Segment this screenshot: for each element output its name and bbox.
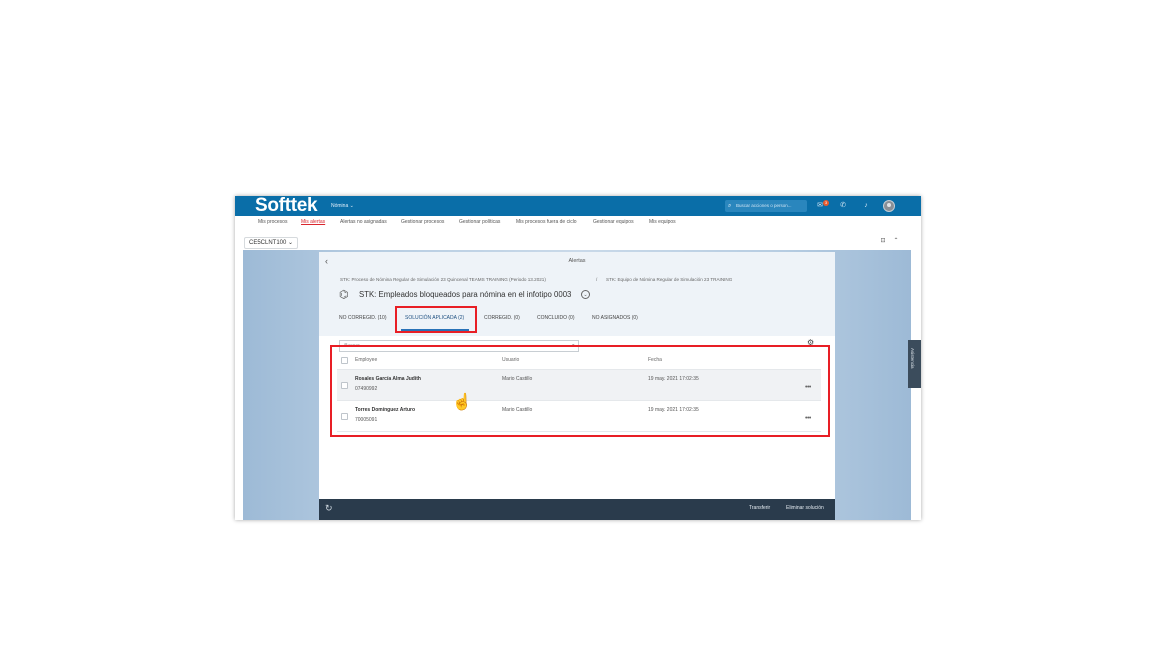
chat-icon[interactable]: ✆ (838, 201, 848, 211)
expand-icon[interactable]: ⊡ (879, 237, 887, 245)
chevron-up-icon[interactable]: ⌃ (892, 237, 900, 245)
delete-solution-button[interactable]: Eliminar solución (786, 505, 824, 511)
app-switcher[interactable]: Nómina ⌄ (331, 196, 354, 216)
assistance-label: Asistencia (910, 348, 915, 369)
refresh-icon[interactable]: ↻ (325, 503, 333, 514)
tab-no-asignados[interactable]: NO ASIGNADOS (0) (592, 315, 638, 321)
highlight-box-table (330, 345, 830, 437)
global-search-placeholder: Buscar acciones o person... (736, 203, 792, 208)
transfer-button[interactable]: Transferir (749, 505, 770, 511)
chevron-down-icon[interactable]: ⌄ (581, 290, 590, 299)
nav-item-mis-equipos[interactable]: Mis equipos (649, 216, 676, 228)
footer-toolbar: ↻ Transferir Eliminar solución (319, 499, 835, 520)
breadcrumb-separator: / (596, 277, 598, 282)
global-search-input[interactable]: ⌕ Buscar acciones o person... (725, 200, 807, 212)
nav-item-fuera-de-ciclo[interactable]: Mis procesos fuera de ciclo (516, 216, 577, 228)
alert-search-icon: ⌬ (339, 289, 349, 301)
client-bar: CE5CLNT100 ⌄ ⊡ ⌃ (235, 228, 921, 250)
top-navigation: Mis procesos Mis alertas Alertas no asig… (235, 216, 921, 228)
nav-item-mis-procesos[interactable]: Mis procesos (258, 216, 287, 228)
app-window: Softtek Nómina ⌄ ⌕ Buscar acciones o per… (235, 196, 921, 520)
panel-title: Alertas (568, 258, 586, 264)
client-selector[interactable]: CE5CLNT100 ⌄ (244, 237, 299, 249)
softtek-logo[interactable]: Softtek (255, 196, 318, 216)
bell-icon[interactable]: ♪ (861, 201, 871, 211)
object-title: STK: Empleados bloqueados para nómina en… (359, 290, 572, 299)
nav-item-alertas-no-asignadas[interactable]: Alertas no asignadas (340, 216, 387, 228)
assistance-side-tab[interactable]: Asistencia (908, 340, 921, 388)
user-avatar[interactable] (883, 200, 895, 212)
tab-corregid[interactable]: CORREGID. (0) (484, 315, 520, 321)
notification-badge: 3 (823, 200, 829, 206)
highlight-box-tab (395, 306, 477, 333)
breadcrumb-team[interactable]: STK: Equipo de Nómina Regular de Simulac… (606, 277, 732, 282)
shell-bar: Softtek Nómina ⌄ ⌕ Buscar acciones o per… (235, 196, 921, 216)
nav-item-gestionar-equipos[interactable]: Gestionar equipos (593, 216, 634, 228)
nav-item-gestionar-procesos[interactable]: Gestionar procesos (401, 216, 444, 228)
nav-item-mis-alertas[interactable]: Mis alertas (301, 216, 325, 228)
alerts-panel: ‹ Alertas STK: Proceso de Nómina Regular… (319, 252, 835, 520)
tab-no-corregid[interactable]: NO CORREGID. (10) (339, 315, 387, 321)
breadcrumb-process[interactable]: STK: Proceso de Nómina Regular de Simula… (340, 277, 546, 282)
nav-item-gestionar-politicas[interactable]: Gestionar políticas (459, 216, 500, 228)
hand-cursor-icon: ☝ (452, 394, 472, 411)
tab-concluido[interactable]: CONCLUIDO (0) (537, 315, 575, 321)
search-icon: ⌕ (728, 203, 732, 209)
